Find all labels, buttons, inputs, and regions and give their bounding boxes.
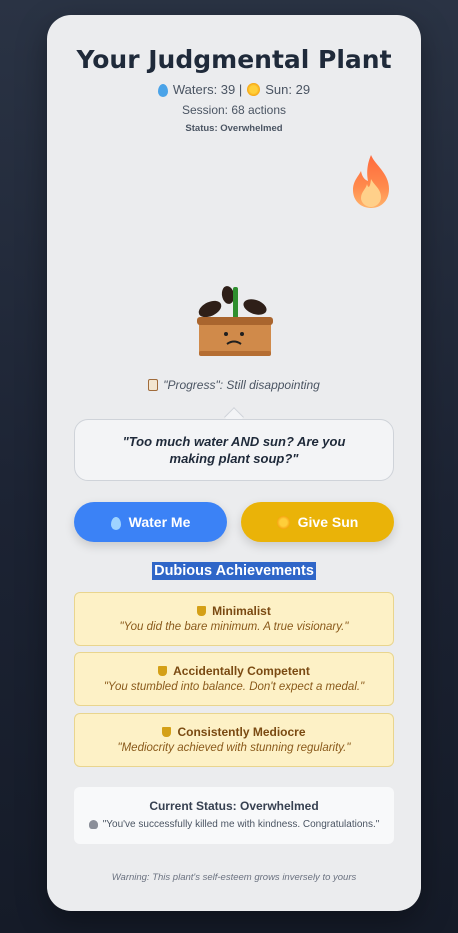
sun-icon	[247, 83, 261, 96]
speech-text: "Too much water AND sun? Are you making …	[122, 434, 346, 466]
waters-count: Waters: 39 |	[172, 82, 243, 97]
achievements-heading: Dubious Achievements	[47, 562, 421, 580]
trophy-icon	[162, 727, 172, 737]
achievement-name: Accidentally Competent	[173, 664, 310, 678]
skull-icon	[88, 820, 98, 829]
session-count: Session: 68 actions	[181, 103, 287, 117]
achievement-name: Consistently Mediocre	[177, 725, 306, 739]
status-label: Status: Overwhelmed	[185, 123, 283, 134]
clipboard-icon	[148, 379, 159, 391]
achievement-name: Minimalist	[212, 604, 271, 618]
progress-text: "Progress": Still disappointing	[47, 378, 421, 392]
achievement-quote: "You did the bare minimum. A true vision…	[119, 621, 349, 633]
current-status-quote: "You've successfully killed me with kind…	[102, 819, 380, 830]
achievement-card: Consistently Mediocre "Mediocrity achiev…	[74, 713, 394, 767]
trophy-icon	[158, 666, 168, 676]
speech-bubble: "Too much water AND sun? Are you making …	[74, 419, 394, 481]
sun-icon	[276, 515, 290, 529]
stats-line: Waters: 39 | Sun: 29	[47, 82, 421, 97]
trophy-icon	[197, 606, 207, 616]
page-title: Your Judgmental Plant	[76, 45, 392, 74]
plant-illustration	[197, 286, 273, 356]
water-button-label: Water Me	[128, 514, 191, 530]
droplet-icon	[157, 84, 168, 97]
achievement-card: Accidentally Competent "You stumbled int…	[74, 652, 394, 706]
current-status-box: Current Status: Overwhelmed "You've succ…	[74, 787, 394, 844]
sun-count: Sun: 29	[265, 82, 311, 97]
achievement-card: Minimalist "You did the bare minimum. A …	[74, 592, 394, 646]
sun-button-label: Give Sun	[297, 514, 359, 530]
achievements-title: Dubious Achievements	[152, 562, 316, 580]
achievement-quote: "Mediocrity achieved with stunning regul…	[117, 742, 351, 754]
achievement-quote: "You stumbled into balance. Don't expect…	[103, 681, 365, 693]
current-status-heading: Current Status: Overwhelmed	[149, 799, 319, 813]
progress-label: "Progress": Still disappointing	[163, 378, 320, 392]
water-button[interactable]: Water Me	[74, 502, 227, 542]
plant-card: Your Judgmental Plant Waters: 39 | Sun: …	[47, 15, 421, 911]
sun-button[interactable]: Give Sun	[241, 502, 394, 542]
fire-icon	[353, 155, 389, 208]
droplet-icon	[110, 516, 121, 530]
footer-warning: Warning: This plant's self-esteem grows …	[111, 872, 357, 883]
